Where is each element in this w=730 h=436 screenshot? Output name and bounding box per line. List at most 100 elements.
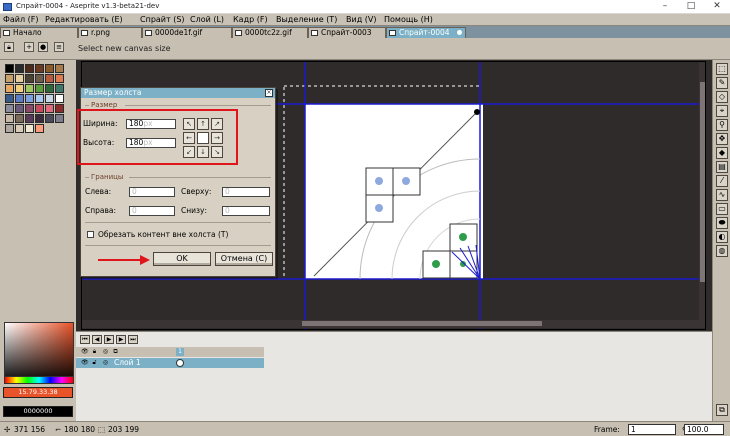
prev-frame-icon[interactable]: ◀ — [92, 335, 102, 344]
palette-swatch[interactable] — [45, 114, 54, 123]
pencil-tool-icon[interactable]: ✎ — [716, 77, 728, 89]
palette-swatch[interactable] — [15, 94, 24, 103]
palette-swatch[interactable] — [25, 84, 34, 93]
circle-icon[interactable]: ● — [38, 42, 48, 52]
palette-swatch[interactable] — [15, 104, 24, 113]
frame-number[interactable]: 1 — [176, 348, 184, 356]
palette-swatch[interactable] — [15, 74, 24, 83]
menu-sprite[interactable]: Спрайт (S) — [140, 15, 185, 25]
lock-icon[interactable]: 🔒︎ — [91, 348, 98, 355]
palette-swatch[interactable] — [5, 104, 14, 113]
visibility-icon[interactable]: 👁︎ — [81, 359, 89, 366]
close-window-button[interactable]: ✕ — [704, 0, 730, 14]
tab-r-png[interactable]: r.png — [78, 27, 142, 38]
marquee-tool-icon[interactable]: ⬚ — [716, 63, 728, 75]
layer-name[interactable]: Слой 1 — [114, 358, 141, 368]
blur-tool-icon[interactable]: ◍ — [716, 245, 728, 257]
sprite-preview-icon[interactable]: ⧉ — [716, 404, 728, 416]
palette-swatch[interactable] — [55, 74, 64, 83]
color-picker-area[interactable] — [4, 322, 74, 384]
palette-swatch[interactable] — [25, 114, 34, 123]
lock-icon[interactable]: 🔒︎ — [4, 42, 14, 52]
bottom-input[interactable]: 0 — [222, 206, 270, 216]
add-icon[interactable]: + — [24, 42, 34, 52]
palette-swatch[interactable] — [35, 74, 44, 83]
tab-home[interactable]: Начало — [0, 27, 78, 38]
menu-edit[interactable]: Редактировать (E) — [45, 15, 123, 25]
eyedropper-tool-icon[interactable]: ⌖ — [716, 105, 728, 117]
palette-swatch[interactable] — [45, 64, 54, 73]
visibility-icon[interactable]: 👁︎ — [81, 348, 89, 355]
palette-swatch[interactable] — [45, 94, 54, 103]
gradient-tool-icon[interactable]: ▤ — [716, 161, 728, 173]
palette-swatch[interactable] — [45, 74, 54, 83]
palette-swatch[interactable] — [25, 64, 34, 73]
palette-swatch[interactable] — [5, 94, 14, 103]
continuous-icon[interactable]: ◎ — [102, 359, 109, 366]
tab-sprite-0004[interactable]: Спрайт-0004 — [386, 27, 466, 38]
palette-swatch[interactable] — [5, 114, 14, 123]
palette-swatch[interactable] — [5, 64, 14, 73]
palette-swatch[interactable] — [25, 94, 34, 103]
menu-help[interactable]: Помощь (H) — [384, 15, 433, 25]
palette-swatch[interactable] — [15, 84, 24, 93]
palette-swatch[interactable] — [55, 114, 64, 123]
play-icon[interactable]: ▶ — [104, 335, 114, 344]
move-tool-icon[interactable]: ✥ — [716, 133, 728, 145]
palette-swatch[interactable] — [55, 84, 64, 93]
tab-sprite-0003[interactable]: Спрайт-0003 — [308, 27, 386, 38]
continuous-icon[interactable]: ◎ — [102, 348, 109, 355]
frame-input[interactable]: 1 — [628, 424, 676, 435]
palette-swatch[interactable] — [35, 94, 44, 103]
menu-select[interactable]: Выделение (T) — [276, 15, 337, 25]
first-frame-icon[interactable]: ⏮ — [80, 335, 90, 344]
crop-label[interactable]: Обрезать контент вне холста (T) — [98, 230, 228, 239]
rectangle-tool-icon[interactable]: ▭ — [716, 203, 728, 215]
lasso-tool-icon[interactable]: ◐ — [716, 231, 728, 243]
palette-swatch[interactable] — [55, 104, 64, 113]
fill-tool-icon[interactable]: ◆ — [716, 147, 728, 159]
palette-swatch[interactable] — [25, 74, 34, 83]
zoom-tool-icon[interactable]: ⚲ — [716, 119, 728, 131]
layers-icon[interactable]: ⧉ — [112, 348, 119, 355]
vertical-scrollbar[interactable] — [700, 82, 705, 282]
right-input[interactable]: 0 — [129, 206, 175, 216]
layer-row[interactable]: 👁︎ 🔓︎ ◎ Слой 1 — [76, 358, 264, 368]
palette-swatch[interactable] — [55, 64, 64, 73]
menu-lines-icon[interactable]: ≡ — [54, 42, 64, 52]
line-tool-icon[interactable]: ⁄ — [716, 175, 728, 187]
foreground-color-button[interactable]: 15.79.33.38 — [3, 387, 73, 398]
menu-layer[interactable]: Слой (L) — [190, 15, 224, 25]
menu-frame[interactable]: Кадр (F) — [233, 15, 268, 25]
tab-0000tc2z[interactable]: 0000tc2z.gif — [232, 27, 308, 38]
palette-swatch[interactable] — [25, 124, 34, 133]
curve-tool-icon[interactable]: ∿ — [716, 189, 728, 201]
palette-swatch[interactable] — [15, 124, 24, 133]
horizontal-scrollbar[interactable] — [302, 321, 542, 326]
menu-view[interactable]: Вид (V) — [346, 15, 376, 25]
minimize-button[interactable]: – — [652, 0, 678, 14]
palette-swatch[interactable] — [15, 114, 24, 123]
hue-slider[interactable] — [4, 376, 74, 384]
palette-swatch[interactable] — [25, 104, 34, 113]
unlock-icon[interactable]: 🔓︎ — [91, 359, 98, 366]
palette-swatch[interactable] — [45, 104, 54, 113]
next-frame-icon[interactable]: ▶ — [116, 335, 126, 344]
top-input[interactable]: 0 — [222, 187, 270, 197]
zoom-input[interactable]: 100.0 — [684, 424, 724, 435]
tab-0000de1f[interactable]: 0000de1f.gif — [142, 27, 232, 38]
palette-swatch[interactable] — [15, 64, 24, 73]
palette-swatch[interactable] — [45, 84, 54, 93]
palette-swatch[interactable] — [35, 64, 44, 73]
palette-swatch[interactable] — [5, 74, 14, 83]
eraser-tool-icon[interactable]: ◇ — [716, 91, 728, 103]
palette-swatch[interactable] — [5, 84, 14, 93]
crop-checkbox[interactable] — [87, 231, 94, 238]
left-input[interactable]: 0 — [129, 187, 175, 197]
palette-swatch[interactable] — [55, 94, 64, 103]
palette-swatch[interactable] — [5, 124, 14, 133]
last-frame-icon[interactable]: ⏭ — [128, 335, 138, 344]
close-icon[interactable]: × — [265, 89, 273, 97]
palette-swatch[interactable] — [35, 104, 44, 113]
palette-swatch[interactable] — [35, 124, 44, 133]
